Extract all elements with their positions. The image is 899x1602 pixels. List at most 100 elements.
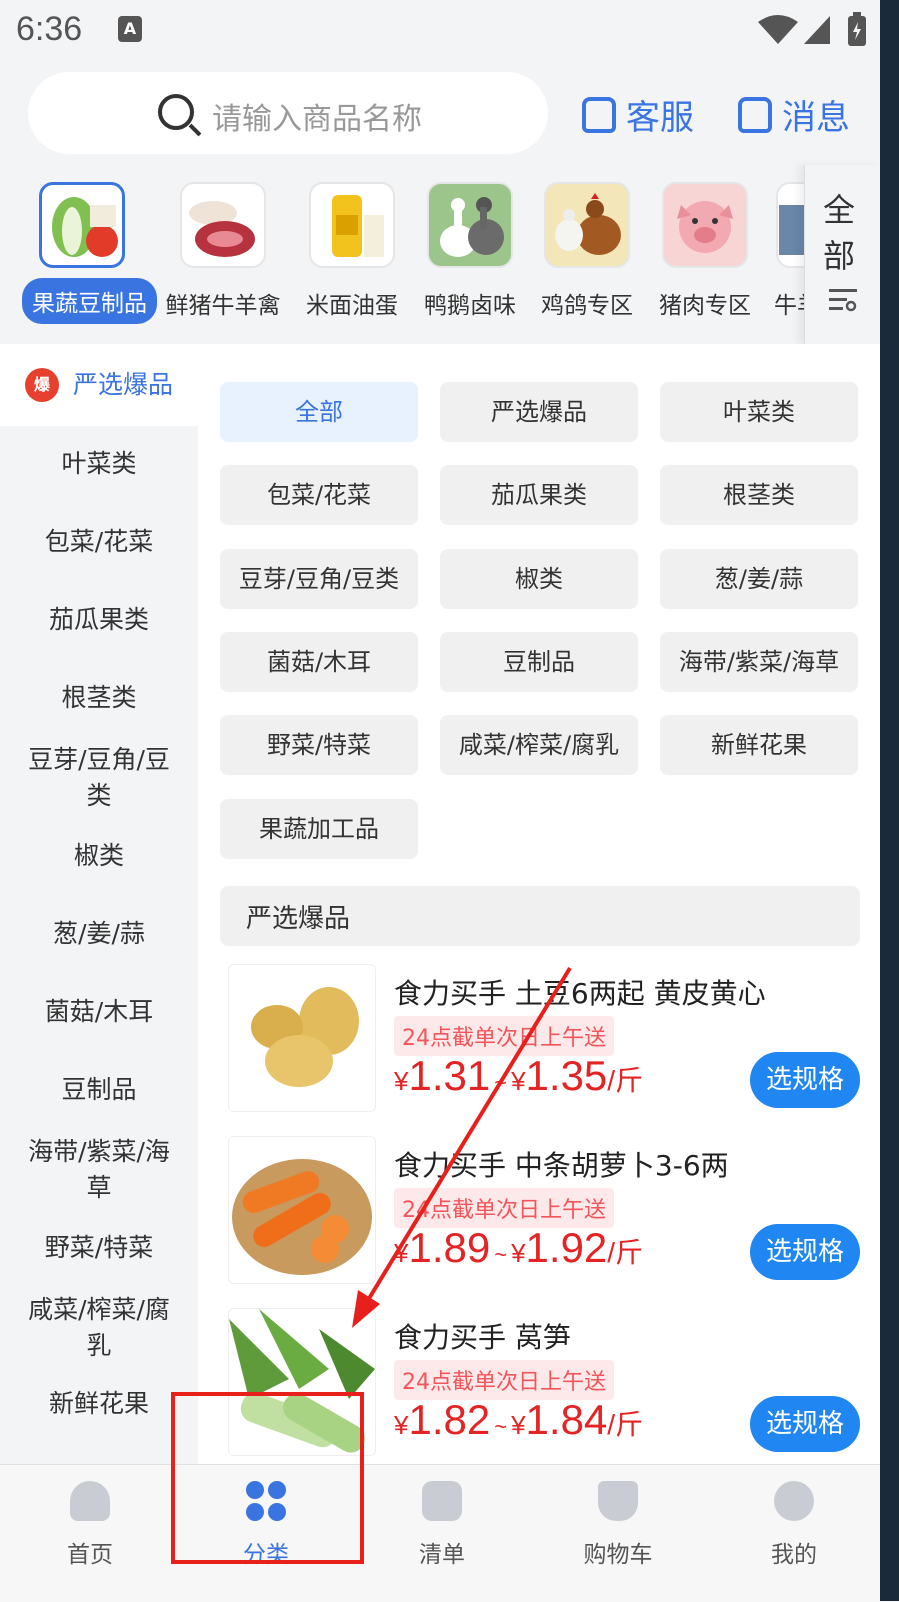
chip[interactable]: 豆芽/豆角/豆类 (220, 549, 418, 609)
messages-button[interactable]: 消息 (738, 90, 850, 139)
select-spec-button[interactable]: 选规格 (750, 1396, 860, 1452)
category-beef-lamb[interactable]: 牛羊 (760, 182, 804, 320)
nav-item[interactable]: 豆制品 (0, 1072, 198, 1108)
tab-list[interactable]: 清单 (382, 1481, 502, 1569)
section-title: 严选爆品 (246, 904, 351, 934)
chip[interactable]: 包菜/花菜 (220, 465, 418, 525)
nav-item-hot[interactable]: 爆 严选爆品 (0, 344, 198, 426)
nav-item[interactable]: 椒类 (0, 838, 198, 874)
category-pork[interactable]: 猪肉专区 (645, 182, 765, 320)
chicken-icon (544, 182, 630, 268)
category-fruit-veg[interactable]: 果蔬豆制品 (22, 182, 157, 324)
category-chicken-pigeon[interactable]: 鸡鸽专区 (527, 182, 647, 320)
delivery-tag: 24点截单次日上午送 (394, 1360, 614, 1400)
bottom-tab-bar: 首页 分类 清单 购物车 我的 (0, 1464, 880, 1602)
nav-item[interactable]: 包菜/花菜 (0, 524, 198, 560)
cabbage-icon (39, 182, 125, 268)
potato-image (228, 964, 376, 1112)
price-range: ¥1.31 ~ ¥1.35/斤 (394, 1052, 644, 1099)
goose-icon (427, 182, 513, 268)
chip[interactable]: 严选爆品 (440, 382, 638, 442)
chip[interactable]: 果蔬加工品 (220, 799, 418, 859)
tab-home[interactable]: 首页 (30, 1481, 150, 1569)
chip[interactable]: 海带/紫菜/海草 (660, 632, 858, 692)
category-duck-goose[interactable]: 鸭鹅卤味 (410, 182, 530, 320)
highlight-box (171, 1392, 364, 1564)
window-edge (880, 0, 899, 1601)
filter-list-icon (829, 289, 857, 312)
fire-icon: 爆 (24, 368, 59, 402)
status-bar: 6:36 A (0, 0, 899, 64)
wifi-icon (758, 15, 798, 44)
tab-label: 购物车 (583, 1542, 653, 1568)
nav-item[interactable]: 豆芽/豆角/豆类 (0, 742, 198, 814)
tab-label: 首页 (67, 1542, 113, 1568)
price-range: ¥1.82 ~ ¥1.84/斤 (394, 1396, 644, 1443)
pig-icon (662, 182, 748, 268)
chip[interactable]: 葱/姜/蒜 (660, 549, 858, 609)
category-label: 鲜猪牛羊禽 (165, 293, 281, 319)
category-meat[interactable]: 鲜猪牛羊禽 (163, 182, 283, 320)
cart-icon (598, 1481, 638, 1521)
chip-all[interactable]: 全部 (220, 382, 418, 442)
customer-service-label: 客服 (626, 98, 694, 138)
nav-item[interactable]: 咸菜/榨菜/腐乳 (0, 1292, 198, 1364)
headset-icon (582, 96, 616, 133)
nav-item[interactable]: 根茎类 (0, 680, 198, 716)
cow-icon (776, 182, 804, 268)
category-rice-oil[interactable]: 米面油蛋 (292, 182, 412, 320)
category-label: 猪肉专区 (659, 293, 751, 319)
delivery-tag: 24点截单次日上午送 (394, 1016, 614, 1056)
nav-item[interactable]: 葱/姜/蒜 (0, 916, 198, 952)
oil-icon (309, 182, 395, 268)
carrot-image (228, 1136, 376, 1284)
section-header: 严选爆品 (220, 886, 860, 946)
product-name: 食力买手 中条胡萝卜3-6两 (394, 1149, 729, 1182)
category-label: 果蔬豆制品 (22, 278, 157, 324)
search-input[interactable]: 请输入商品名称 (212, 94, 422, 138)
chip[interactable]: 根茎类 (660, 465, 858, 525)
product-card[interactable]: 食力买手 土豆6两起 黄皮黄心 24点截单次日上午送 ¥1.31 ~ ¥1.35/斤… (228, 964, 868, 1114)
nav-item[interactable]: 茄瓜果类 (0, 602, 198, 638)
tab-profile[interactable]: 我的 (734, 1481, 854, 1569)
chip[interactable]: 豆制品 (440, 632, 638, 692)
product-card[interactable]: 食力买手 中条胡萝卜3-6两 24点截单次日上午送 ¥1.89 ~ ¥1.92/斤 … (228, 1136, 868, 1286)
price-range: ¥1.89 ~ ¥1.92/斤 (394, 1224, 644, 1271)
chip[interactable]: 椒类 (440, 549, 638, 609)
search-icon (158, 94, 194, 130)
nav-item[interactable]: 新鲜花果 (0, 1386, 198, 1422)
delivery-tag: 24点截单次日上午送 (394, 1188, 614, 1228)
customer-service-button[interactable]: 客服 (582, 90, 694, 139)
category-label: 鸭鹅卤味 (424, 293, 516, 319)
chip[interactable]: 叶菜类 (660, 382, 858, 442)
nav-item[interactable]: 海带/紫菜/海草 (0, 1134, 198, 1206)
nav-item[interactable]: 叶菜类 (0, 446, 198, 482)
category-label: 牛羊 (774, 293, 804, 319)
nav-item[interactable]: 菌菇/木耳 (0, 994, 198, 1030)
messages-label: 消息 (782, 98, 850, 138)
chip[interactable]: 茄瓜果类 (440, 465, 638, 525)
chip[interactable]: 新鲜花果 (660, 715, 858, 775)
tab-label: 清单 (419, 1542, 465, 1568)
product-name: 食力买手 土豆6两起 黄皮黄心 (394, 977, 766, 1010)
battery-icon (848, 12, 866, 46)
left-category-nav: 爆 严选爆品 叶菜类 包菜/花菜 茄瓜果类 根茎类 豆芽/豆角/豆类 椒类 葱/… (0, 344, 198, 1464)
keyboard-a-icon: A (118, 16, 142, 42)
category-label: 米面油蛋 (306, 293, 398, 319)
chip[interactable]: 菌菇/木耳 (220, 632, 418, 692)
message-icon (738, 96, 772, 133)
list-icon (422, 1481, 462, 1521)
chip[interactable]: 野菜/特菜 (220, 715, 418, 775)
nav-item-label: 严选爆品 (72, 370, 173, 399)
category-label: 鸡鸽专区 (541, 293, 633, 319)
all-categories-button[interactable]: 全部 (804, 165, 881, 345)
home-icon (70, 1481, 110, 1521)
nav-item[interactable]: 野菜/特菜 (0, 1230, 198, 1266)
chip[interactable]: 咸菜/榨菜/腐乳 (440, 715, 638, 775)
all-categories-label: 全部 (823, 191, 856, 275)
select-spec-button[interactable]: 选规格 (750, 1224, 860, 1280)
select-spec-button[interactable]: 选规格 (750, 1052, 860, 1108)
tab-cart[interactable]: 购物车 (558, 1481, 678, 1569)
product-name: 食力买手 莴笋 (394, 1321, 571, 1354)
signal-icon (804, 16, 830, 44)
